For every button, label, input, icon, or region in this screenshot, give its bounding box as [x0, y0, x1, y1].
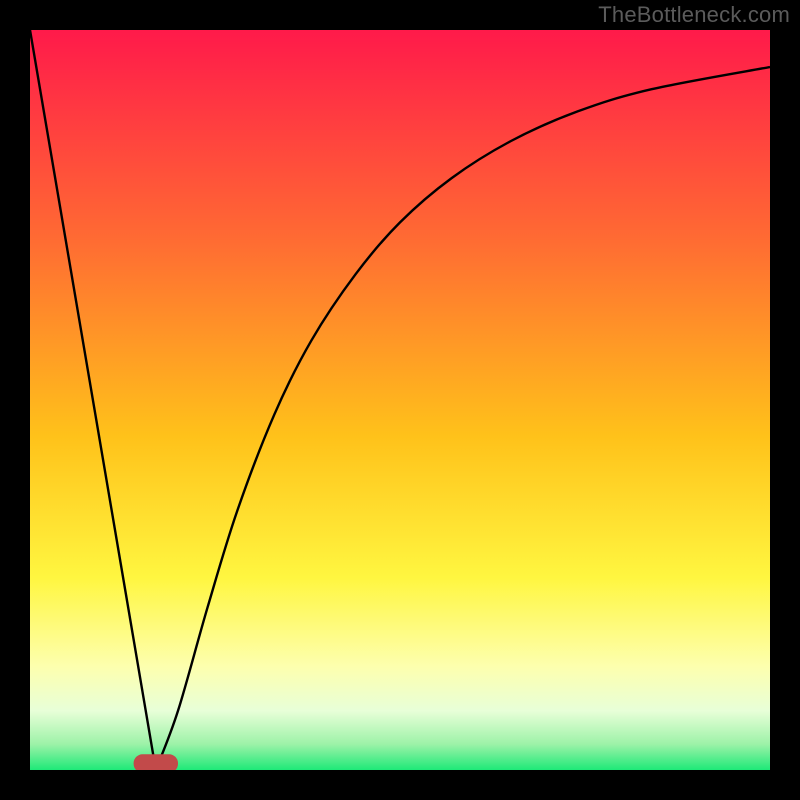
gradient-background: [30, 30, 770, 770]
chart-frame: TheBottleneck.com: [0, 0, 800, 800]
vertex-marker: [134, 754, 178, 770]
watermark-text: TheBottleneck.com: [598, 2, 790, 28]
plot-area: [30, 30, 770, 770]
chart-svg: [30, 30, 770, 770]
